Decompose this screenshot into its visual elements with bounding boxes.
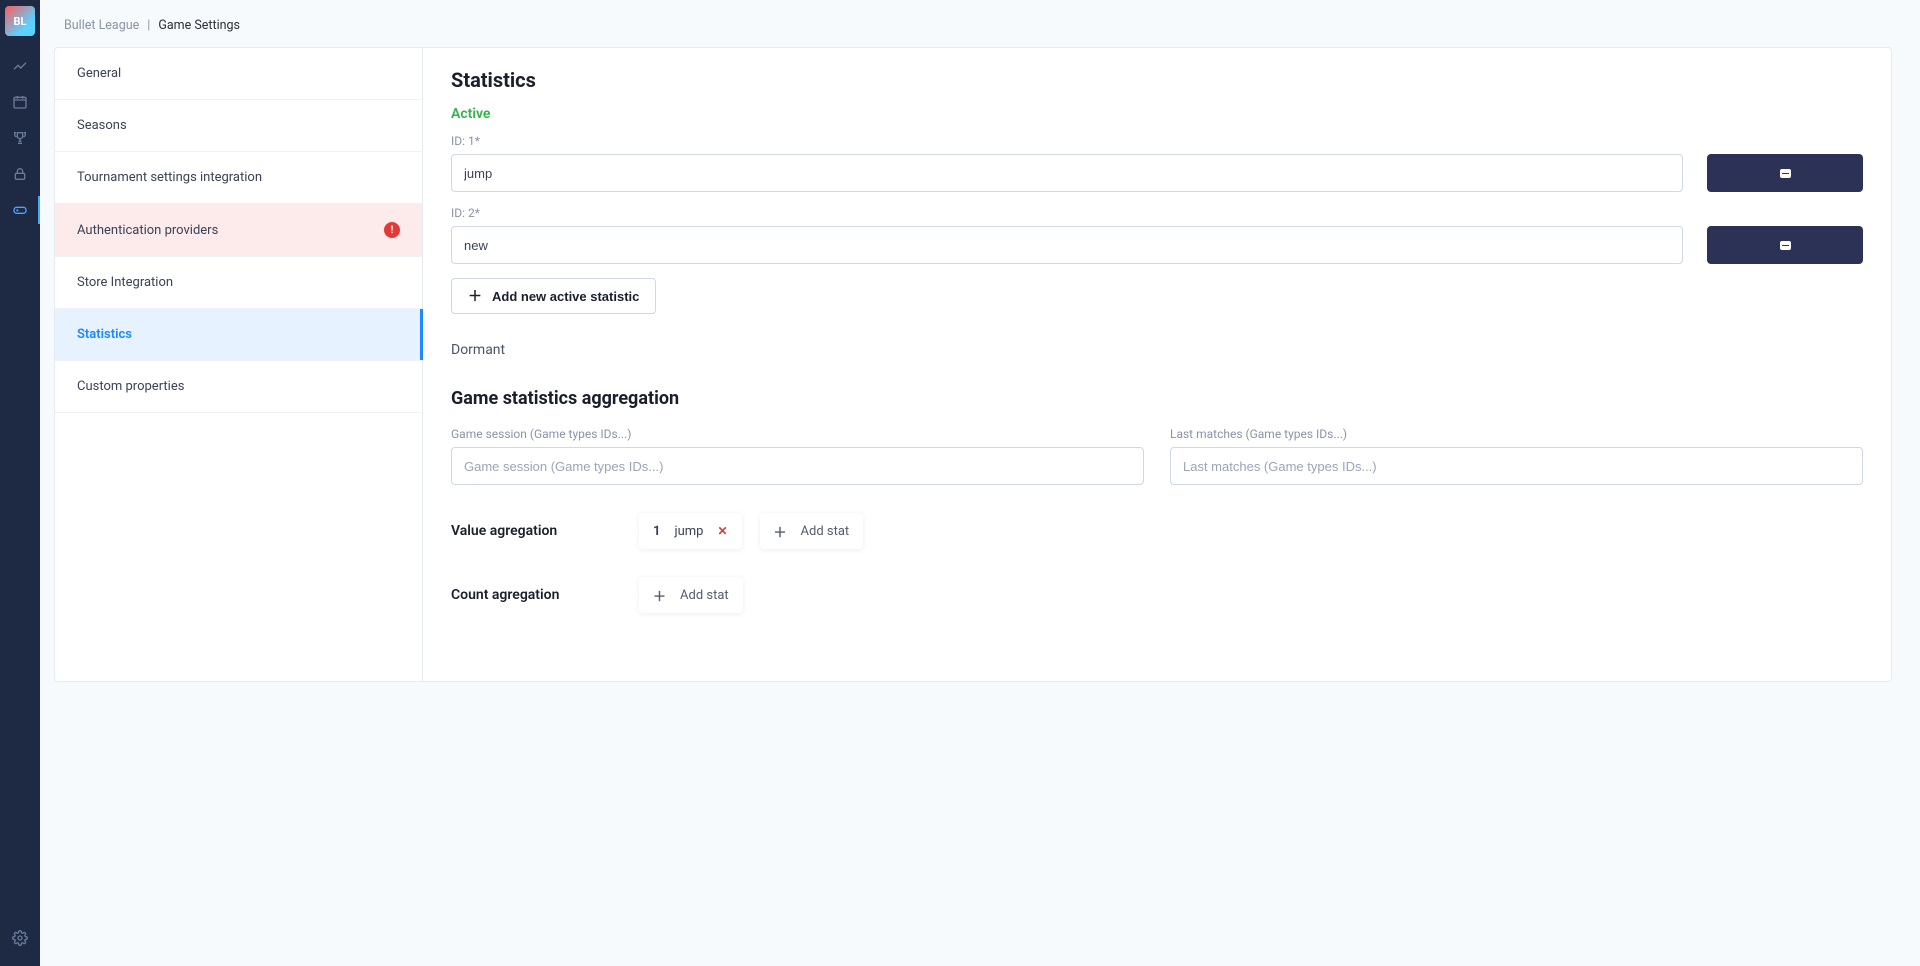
value-add-stat-button[interactable]: ＋ Add stat <box>760 513 864 549</box>
lock-icon <box>12 166 28 182</box>
gamepad-icon <box>12 202 28 218</box>
tab-authentication-providers[interactable]: Authentication providers! <box>55 204 422 257</box>
minus-icon <box>1780 169 1791 178</box>
tab-seasons[interactable]: Seasons <box>55 100 422 152</box>
tab-tournament-settings-integration[interactable]: Tournament settings integration <box>55 152 422 204</box>
error-badge-icon: ! <box>384 222 400 238</box>
tab-statistics[interactable]: Statistics <box>55 309 422 361</box>
aggregation-title: Game statistics aggregation <box>451 388 1863 409</box>
game-session-input[interactable] <box>451 447 1144 485</box>
dormant-label: Dormant <box>451 342 1863 358</box>
count-add-stat-button[interactable]: ＋ Add stat <box>639 577 743 613</box>
tab-store-integration[interactable]: Store Integration <box>55 257 422 309</box>
remove-chip-icon[interactable]: ✕ <box>717 524 727 538</box>
app-avatar[interactable]: BL <box>5 6 35 36</box>
settings-tabs: General Seasons Tournament settings integr… <box>55 48 423 681</box>
remove-statistic-button[interactable] <box>1707 226 1863 264</box>
last-matches-input[interactable] <box>1170 447 1863 485</box>
plus-icon: ＋ <box>468 286 482 306</box>
statistic-input[interactable] <box>451 226 1683 264</box>
remove-statistic-button[interactable] <box>1707 154 1863 192</box>
statistics-content: Statistics Active ID: 1* ID: 2* ＋ Add new… <box>423 48 1891 681</box>
statistic-id-label: ID: 1* <box>451 134 1683 148</box>
tab-label: Authentication providers <box>77 223 218 238</box>
chip-index: 1 <box>653 524 660 539</box>
statistic-id-label: ID: 2* <box>451 206 1683 220</box>
gear-icon <box>12 930 28 946</box>
game-session-field: Game session (Game types IDs...) <box>451 427 1144 485</box>
tab-label: Store Integration <box>77 275 173 290</box>
value-aggregation-label: Value agregation <box>451 523 621 539</box>
statistic-field: ID: 2* <box>451 206 1683 264</box>
value-aggregation-row: Value agregation 1 jump ✕ ＋ Add stat <box>451 513 1863 549</box>
rail-calendar[interactable] <box>0 84 40 120</box>
left-rail: BL <box>0 0 40 966</box>
add-active-statistic-button[interactable]: ＋ Add new active statistic <box>451 278 656 314</box>
breadcrumb-separator: | <box>147 18 150 33</box>
minus-icon <box>1780 241 1791 250</box>
statistics-title: Statistics <box>451 68 1863 92</box>
calendar-icon <box>12 94 28 110</box>
statistic-row: ID: 2* <box>451 206 1863 264</box>
chip-name: jump <box>674 524 703 539</box>
rail-lock[interactable] <box>0 156 40 192</box>
tab-label: General <box>77 66 121 81</box>
breadcrumbs: Bullet League | Game Settings <box>54 10 1892 47</box>
breadcrumb-current: Game Settings <box>158 18 240 33</box>
rail-trophy[interactable] <box>0 120 40 156</box>
plus-icon: ＋ <box>653 586 666 605</box>
rail-analytics[interactable] <box>0 48 40 84</box>
breadcrumb-game[interactable]: Bullet League <box>64 18 139 33</box>
tab-label: Custom properties <box>77 379 184 394</box>
statistic-field: ID: 1* <box>451 134 1683 192</box>
plus-icon: ＋ <box>774 522 787 541</box>
tab-label: Statistics <box>77 327 132 342</box>
count-aggregation-label: Count agregation <box>451 587 621 603</box>
settings-panel: General Seasons Tournament settings integr… <box>54 47 1892 682</box>
count-aggregation-row: Count agregation ＋ Add stat <box>451 577 1863 613</box>
analytics-icon <box>12 58 28 74</box>
trophy-icon <box>12 130 28 146</box>
last-matches-field: Last matches (Game types IDs...) <box>1170 427 1863 485</box>
tab-label: Seasons <box>77 118 127 133</box>
rail-settings[interactable] <box>0 920 40 956</box>
tab-custom-properties[interactable]: Custom properties <box>55 361 422 413</box>
add-stat-label: Add stat <box>680 588 729 603</box>
statistic-row: ID: 1* <box>451 134 1863 192</box>
tab-label: Tournament settings integration <box>77 170 262 185</box>
last-matches-label: Last matches (Game types IDs...) <box>1170 427 1863 441</box>
tab-general[interactable]: General <box>55 48 422 100</box>
rail-gamepad[interactable] <box>0 192 40 228</box>
game-session-label: Game session (Game types IDs...) <box>451 427 1144 441</box>
value-chip: 1 jump ✕ <box>639 513 742 549</box>
add-active-statistic-label: Add new active statistic <box>492 289 639 304</box>
statistic-input[interactable] <box>451 154 1683 192</box>
page: Bullet League | Game Settings General Sea… <box>40 0 1920 966</box>
active-label: Active <box>451 106 1863 122</box>
add-stat-label: Add stat <box>801 524 850 539</box>
